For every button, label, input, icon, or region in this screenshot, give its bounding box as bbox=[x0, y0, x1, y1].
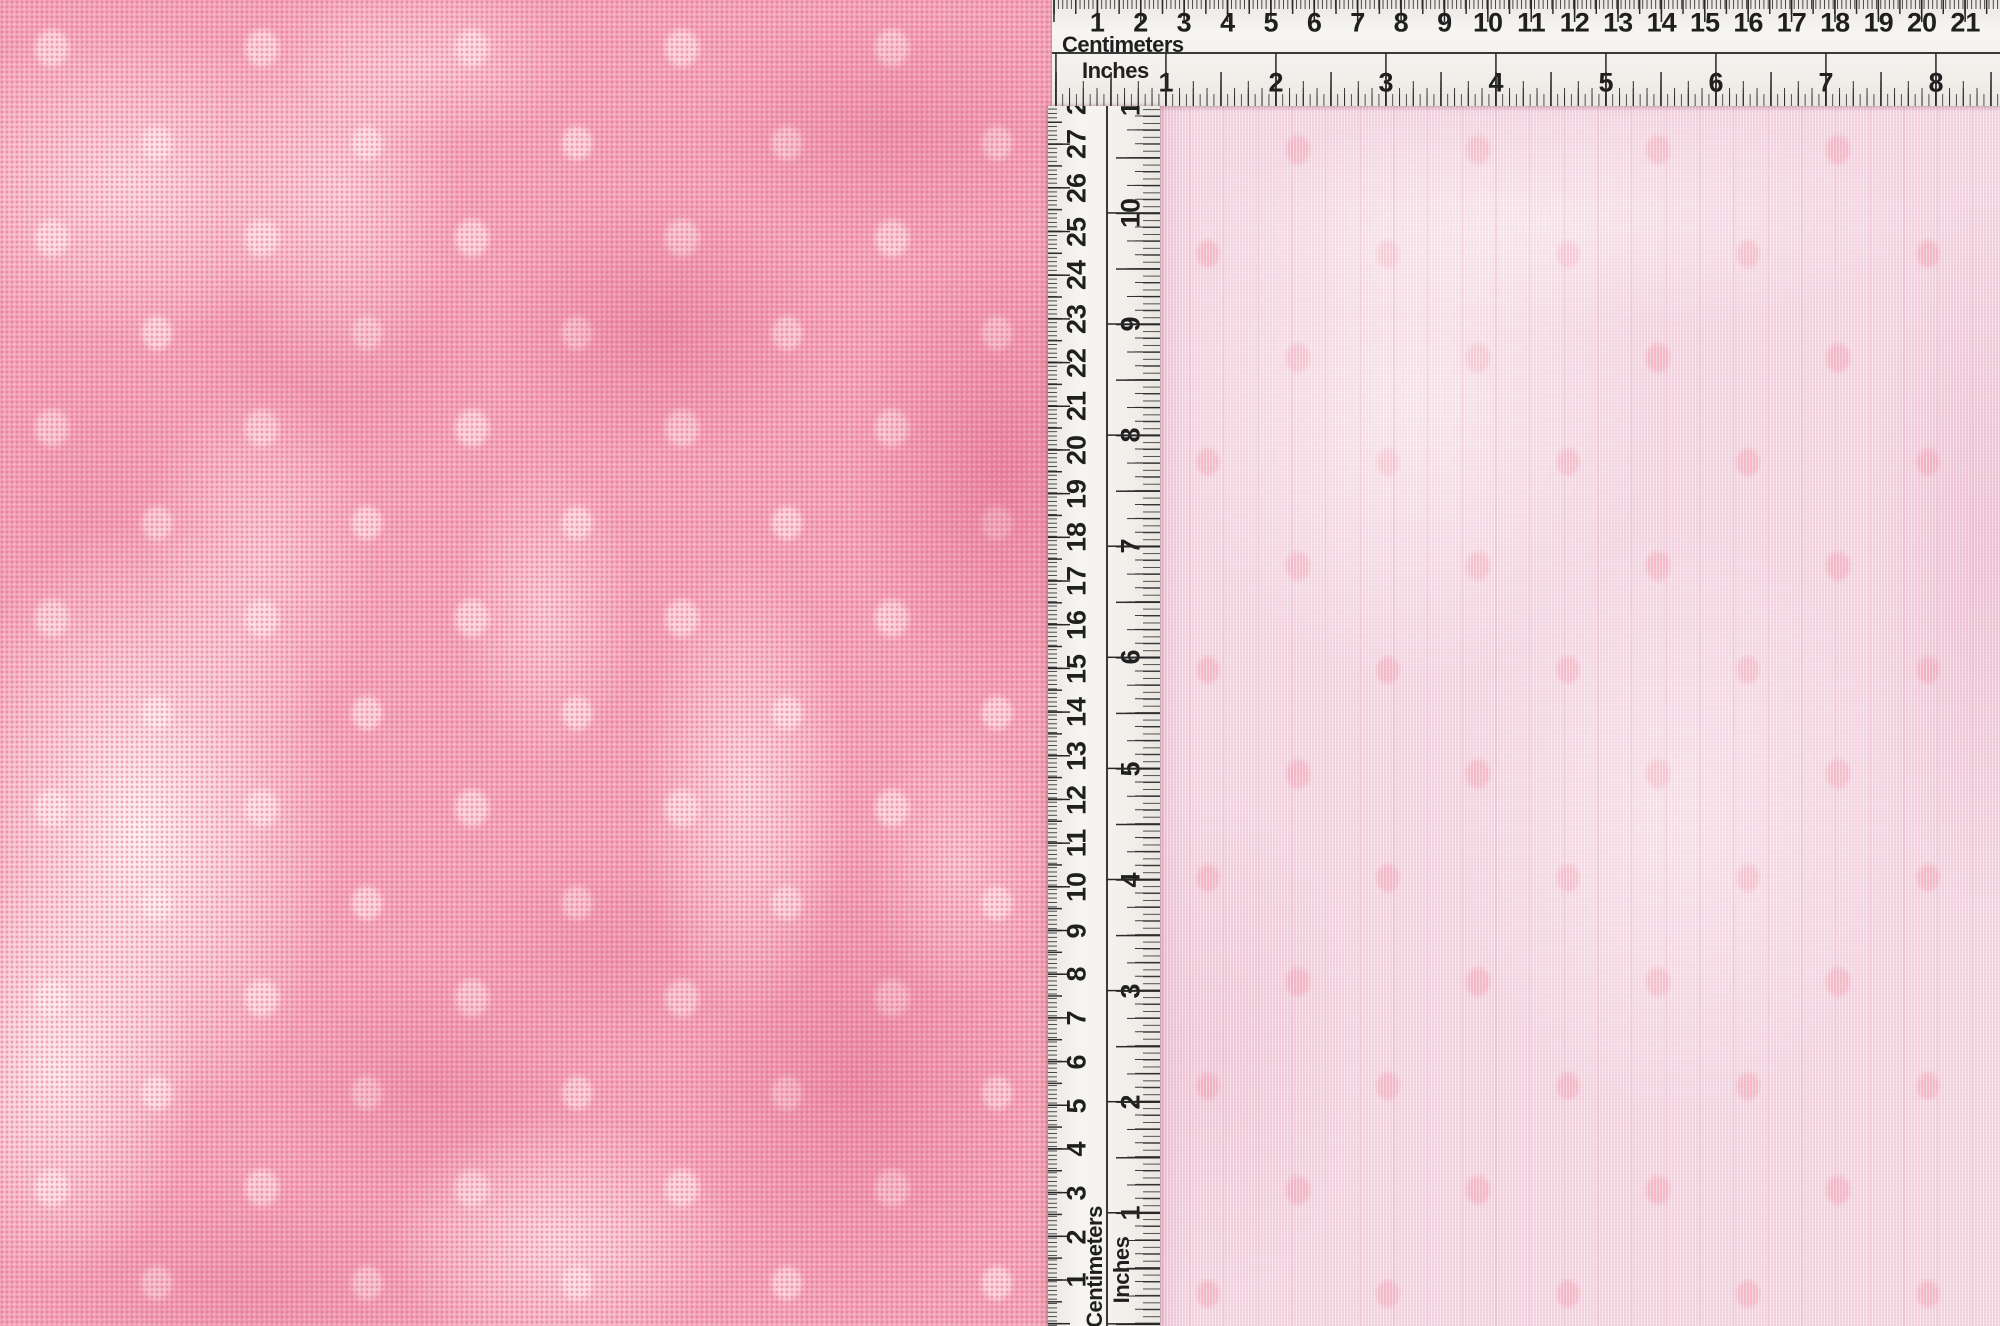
vertical-ruler-inch-ticks bbox=[1107, 106, 1160, 1326]
vertical-ruler: 1234567891011121314151617181920212223242… bbox=[1048, 106, 1160, 1326]
crumpled-tulle-fabric-panel bbox=[0, 0, 1056, 1326]
fabric-product-photo: 123456789101112131415161718192021 Centim… bbox=[0, 0, 2000, 1326]
flat-fabric-mesh-striation bbox=[1155, 100, 2000, 1326]
horizontal-ruler-inch-ticks bbox=[1052, 53, 2000, 106]
crumpled-fabric-mesh-texture bbox=[0, 0, 1056, 1326]
horizontal-ruler: 123456789101112131415161718192021 Centim… bbox=[1052, 0, 2000, 106]
flat-tulle-fabric-panel bbox=[1155, 100, 2000, 1326]
